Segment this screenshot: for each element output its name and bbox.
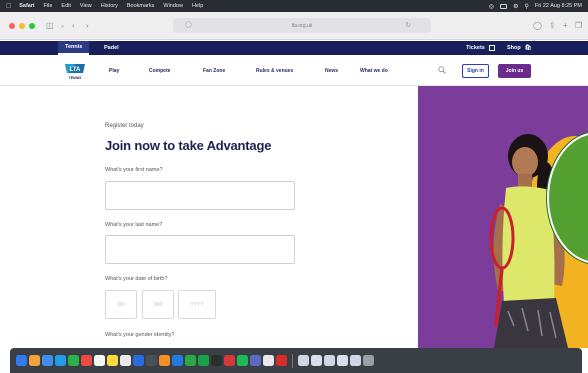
tab-tennis[interactable]: Tennis — [58, 41, 90, 55]
nav-fan-zone[interactable]: Fan Zone — [203, 68, 225, 74]
dock-divider — [292, 353, 293, 368]
menu-status-area: ◎ ⚙ ⚲ Fri 22 Aug 8:25 PM — [489, 3, 582, 10]
sign-in-button[interactable]: Sign in — [462, 64, 489, 78]
search-icon[interactable] — [438, 66, 446, 74]
chevron-down-icon[interactable]: ⌄ — [60, 22, 65, 29]
new-tab-icon[interactable]: + — [563, 21, 568, 30]
recent-window-1[interactable] — [298, 355, 309, 366]
terminal-icon[interactable] — [211, 355, 222, 366]
dob-day-input[interactable]: DD — [105, 290, 137, 319]
app-store-icon[interactable] — [133, 355, 144, 366]
word-icon[interactable] — [172, 355, 183, 366]
shopping-bag-icon: 🛍 — [524, 45, 532, 51]
tickets-link[interactable]: Tickets — [466, 41, 495, 55]
nav-news[interactable]: News — [325, 68, 338, 74]
acrobat-icon[interactable] — [276, 355, 287, 366]
control-center-icon[interactable]: ⚙ — [513, 3, 518, 10]
last-name-input[interactable] — [105, 235, 295, 264]
recent-window-3[interactable] — [324, 355, 335, 366]
site-top-nav: Tennis Padel Tickets Shop 🛍 — [0, 41, 588, 55]
gender-label: What's your gender identity? — [105, 332, 175, 338]
recent-window-2[interactable] — [311, 355, 322, 366]
downloads-icon[interactable]: ◯ — [533, 21, 542, 30]
nav-what-we-do[interactable]: What we do — [360, 68, 388, 74]
messages-icon[interactable] — [68, 355, 79, 366]
address-bar[interactable]: ◯ lta.org.uk ↻ — [173, 18, 431, 33]
shop-link[interactable]: Shop 🛍 — [507, 41, 532, 55]
search-status-icon[interactable]: ⚲ — [525, 3, 529, 10]
menu-file[interactable]: File — [44, 3, 53, 9]
macos-dock — [10, 348, 582, 373]
share-icon[interactable]: ⇪ — [549, 21, 556, 30]
browser-toolbar: ◫ ⌄ ‹ › ◯ lta.org.uk ↻ ◯ ⇪ + ❐ — [0, 12, 588, 40]
sidebar-toggle-icon[interactable]: ◫ — [46, 21, 54, 30]
close-window-button[interactable] — [9, 23, 15, 29]
logo-text: LTA — [70, 67, 81, 73]
launchpad-icon[interactable] — [29, 355, 40, 366]
last-name-label: What's your last name? — [105, 222, 163, 228]
finder-icon[interactable] — [16, 355, 27, 366]
settings-icon[interactable] — [146, 355, 157, 366]
nav-rules-venues[interactable]: Rules & venues — [256, 68, 293, 74]
site-main-nav: LTA TENNIS Play Compete Fan Zone Rules &… — [0, 56, 588, 86]
nav-play[interactable]: Play — [109, 68, 119, 74]
join-us-button[interactable]: Join us — [498, 64, 531, 78]
menu-bookmarks[interactable]: Bookmarks — [127, 3, 155, 9]
tickets-label: Tickets — [466, 45, 485, 51]
forward-icon[interactable]: › — [86, 21, 89, 30]
dob-month-input[interactable]: MM — [142, 290, 174, 319]
spotify-icon[interactable] — [237, 355, 248, 366]
tab-overview-icon[interactable]: ❐ — [575, 21, 582, 30]
menu-help[interactable]: Help — [192, 3, 203, 9]
battery-icon[interactable] — [500, 3, 508, 9]
lta-logo[interactable]: LTA TENNIS — [63, 61, 87, 81]
recent-window-4[interactable] — [337, 355, 348, 366]
refresh-icon[interactable]: ↻ — [405, 21, 411, 29]
first-name-label: What's your first name? — [105, 167, 163, 173]
safari-icon[interactable] — [42, 355, 53, 366]
menu-datetime[interactable]: Fri 22 Aug 8:25 PM — [535, 3, 582, 9]
menu-edit[interactable]: Edit — [61, 3, 70, 9]
calendar-icon[interactable] — [94, 355, 105, 366]
reminders-icon[interactable] — [120, 355, 131, 366]
minimize-window-button[interactable] — [19, 23, 25, 29]
apple-icon[interactable]:  — [6, 3, 11, 10]
address-url: lta.org.uk — [291, 22, 313, 29]
preview-icon[interactable] — [263, 355, 274, 366]
notes-icon[interactable] — [107, 355, 118, 366]
zoom-window-button[interactable] — [29, 23, 35, 29]
privacy-shield-icon[interactable]: ◯ — [185, 21, 192, 28]
registration-section: Register today Join now to take Advantag… — [0, 86, 588, 348]
menu-window[interactable]: Window — [163, 3, 183, 9]
page-title: Join now to take Advantage — [105, 138, 272, 153]
powerpoint-icon[interactable] — [224, 355, 235, 366]
trash-icon[interactable] — [363, 355, 374, 366]
menu-app-name[interactable]: Safari — [19, 3, 34, 9]
logo-subtext: TENNIS — [69, 76, 83, 80]
recent-window-5[interactable] — [350, 355, 361, 366]
back-icon[interactable]: ‹ — [72, 21, 75, 30]
dob-label: What's your date of birth? — [105, 276, 168, 282]
whatsapp-icon[interactable] — [185, 355, 196, 366]
mail-icon[interactable] — [55, 355, 66, 366]
excel-icon[interactable] — [198, 355, 209, 366]
first-name-input[interactable] — [105, 181, 295, 210]
pages-icon[interactable] — [159, 355, 170, 366]
menu-history[interactable]: History — [101, 3, 118, 9]
tab-padel[interactable]: Padel — [104, 41, 119, 55]
photos-icon[interactable] — [81, 355, 92, 366]
shop-label: Shop — [507, 45, 521, 51]
ticket-icon — [488, 45, 495, 51]
nav-compete[interactable]: Compete — [149, 68, 170, 74]
register-kicker: Register today — [105, 123, 144, 129]
teams-icon[interactable] — [250, 355, 261, 366]
wifi-icon[interactable]: ◎ — [489, 3, 494, 10]
dob-year-input[interactable]: YYYY — [178, 290, 216, 319]
macos-menu-bar:  Safari File Edit View History Bookmark… — [0, 0, 588, 12]
menu-view[interactable]: View — [80, 3, 92, 9]
